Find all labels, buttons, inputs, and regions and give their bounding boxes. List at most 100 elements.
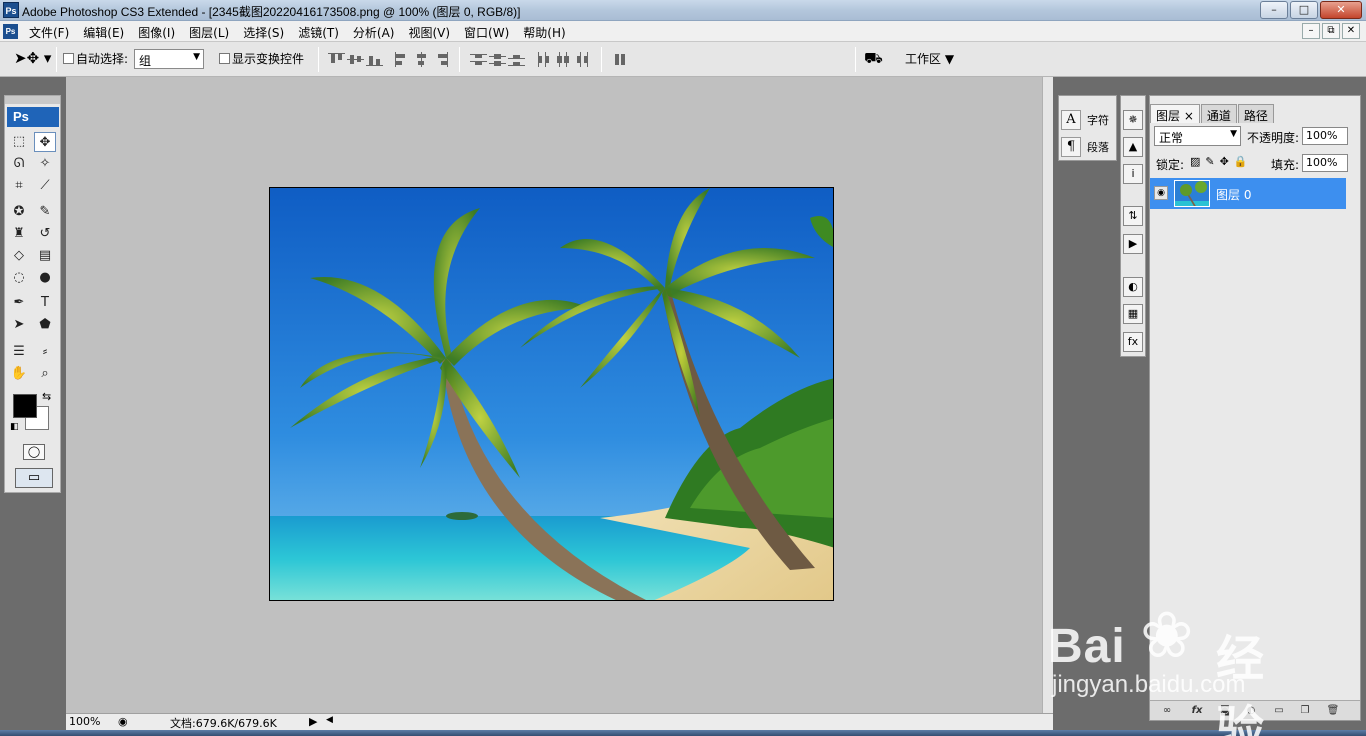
close-button[interactable]: ✕ [1320, 1, 1362, 19]
navigator-icon[interactable]: ✵ [1123, 110, 1143, 130]
menu-help[interactable]: 帮助(H) [516, 24, 572, 41]
menu-layer[interactable]: 图层(L) [182, 24, 236, 41]
marquee-tool[interactable]: ⬚ [8, 132, 30, 152]
auto-select-option[interactable]: 自动选择: [63, 50, 128, 67]
menu-select[interactable]: 选择(S) [236, 24, 291, 41]
eye-icon[interactable]: ◉ [1154, 186, 1168, 200]
pen-tool[interactable]: ✒ [8, 293, 30, 313]
info-icon[interactable]: i [1123, 164, 1143, 184]
menu-window[interactable]: 窗口(W) [457, 24, 516, 41]
align-left-icon[interactable] [394, 52, 411, 67]
quick-mask-icon[interactable]: ◯ [23, 444, 45, 460]
doc-restore-button[interactable]: ⧉ [1322, 23, 1340, 39]
workspace-menu[interactable]: 工作区 ▼ [905, 50, 954, 67]
options-bar: ➤✥ ▾ 自动选择: 组 ▼ 显示变换控件 ⛟ 工作区 ▼ [0, 42, 1366, 77]
layer-name[interactable]: 图层 0 [1216, 186, 1251, 203]
distribute-hcenter-icon[interactable] [555, 52, 572, 67]
crop-tool[interactable]: ⌗ [8, 176, 30, 196]
canvas-area[interactable] [66, 77, 1042, 713]
align-bottom-icon[interactable] [366, 52, 383, 67]
healing-brush-tool[interactable]: ✪ [8, 202, 30, 222]
doc-close-button[interactable]: ✕ [1342, 23, 1360, 39]
type-tool[interactable]: T [34, 293, 56, 313]
history-brush-tool[interactable]: ↺ [34, 224, 56, 244]
blend-mode-dropdown[interactable]: 正常 ▼ [1154, 126, 1241, 146]
show-transform-checkbox[interactable] [219, 53, 230, 64]
distribute-top-icon[interactable] [470, 52, 487, 67]
tab-paths[interactable]: 路径 [1237, 104, 1274, 123]
styles-icon[interactable]: fx [1123, 332, 1143, 352]
auto-select-checkbox[interactable] [63, 53, 74, 64]
color-icon[interactable]: ◐ [1123, 277, 1143, 297]
move-tool-preset-icon[interactable]: ➤✥ ▾ [14, 49, 51, 67]
opacity-input[interactable]: 100% [1302, 127, 1348, 145]
menu-file[interactable]: 文件(F) [22, 24, 76, 41]
lock-icons[interactable]: ▨✎✥🔒 [1190, 155, 1253, 168]
menu-list: 文件(F) 编辑(E) 图像(I) 图层(L) 选择(S) 滤镜(T) 分析(A… [22, 24, 573, 41]
distribute-bottom-icon[interactable] [508, 52, 525, 67]
clone-stamp-tool[interactable]: ♜ [8, 224, 30, 244]
blur-tool[interactable]: ◌ [8, 268, 30, 288]
layer-style-icon[interactable]: fx [1190, 704, 1204, 718]
show-transform-option[interactable]: 显示变换控件 [219, 50, 304, 67]
swatches-icon[interactable]: ▦ [1123, 304, 1143, 324]
status-arrow-icon[interactable]: ▶ [309, 715, 317, 728]
magic-wand-tool[interactable]: ✧ [34, 154, 56, 174]
brush-tool[interactable]: ✎ [34, 202, 56, 222]
path-selection-tool[interactable]: ➤ [8, 315, 30, 335]
slice-tool[interactable]: ⟋ [34, 176, 56, 196]
tab-close-icon[interactable]: × [1184, 109, 1194, 123]
auto-align-layers-icon[interactable] [611, 52, 628, 67]
lasso-tool[interactable]: ᘏ [8, 154, 30, 174]
bridge-icon[interactable]: ⛟ [864, 49, 883, 69]
dodge-tool[interactable]: ● [34, 268, 56, 288]
tab-layers[interactable]: 图层 × [1150, 104, 1200, 123]
eyedropper-tool[interactable]: ⸗ [34, 342, 56, 362]
actions-icon[interactable]: ▶ [1123, 234, 1143, 254]
minimize-button[interactable]: – [1260, 1, 1288, 19]
distribute-vcenter-icon[interactable] [489, 52, 506, 67]
document-image[interactable] [269, 187, 834, 601]
align-hcenter-icon[interactable] [413, 52, 430, 67]
distribute-left-icon[interactable] [536, 52, 553, 67]
trash-icon[interactable]: 🗑 [1326, 704, 1340, 718]
menu-analysis[interactable]: 分析(A) [346, 24, 402, 41]
paragraph-icon: ¶ [1061, 137, 1081, 157]
gradient-tool[interactable]: ▤ [34, 246, 56, 266]
move-tool[interactable]: ✥ [34, 132, 56, 152]
align-right-icon[interactable] [432, 52, 449, 67]
menu-view[interactable]: 视图(V) [401, 24, 457, 41]
fill-input[interactable]: 100% [1302, 154, 1348, 172]
shape-tool[interactable]: ⬟ [34, 315, 56, 335]
layer-row[interactable]: ◉ 图层 0 [1150, 178, 1346, 209]
default-colors-icon[interactable]: ◧ [10, 422, 19, 432]
menu-filter[interactable]: 滤镜(T) [291, 24, 346, 41]
maximize-button[interactable]: □ [1290, 1, 1318, 19]
history-icon[interactable]: ⇅ [1123, 206, 1143, 226]
auto-select-dropdown[interactable]: 组 ▼ [134, 49, 204, 69]
hand-tool[interactable]: ✋ [8, 364, 30, 384]
character-panel-button[interactable]: A 字符 [1061, 110, 1109, 130]
toolbox-grip[interactable] [5, 96, 60, 104]
paragraph-panel-button[interactable]: ¶ 段落 [1061, 137, 1109, 157]
doc-minimize-button[interactable]: – [1302, 23, 1320, 39]
zoom-level[interactable]: 100% [69, 715, 100, 728]
menu-edit[interactable]: 编辑(E) [76, 24, 131, 41]
swap-colors-icon[interactable]: ⇆ [42, 390, 51, 403]
notes-tool[interactable]: ☰ [8, 342, 30, 362]
screen-mode-icon[interactable]: ▭ [15, 468, 53, 488]
distribute-right-icon[interactable] [574, 52, 591, 67]
scroll-left-icon[interactable]: ◀ [326, 715, 333, 725]
align-vcenter-icon[interactable] [347, 52, 364, 67]
status-menu-icon[interactable]: ◉ [118, 715, 128, 728]
tab-channels[interactable]: 通道 [1200, 104, 1237, 123]
menu-image[interactable]: 图像(I) [131, 24, 182, 41]
zoom-tool[interactable]: ⌕ [34, 364, 56, 384]
histogram-icon[interactable]: ▲ [1123, 137, 1143, 157]
align-top-icon[interactable] [328, 52, 345, 67]
app-menu-icon[interactable]: Ps [3, 24, 18, 39]
foreground-color-swatch[interactable] [13, 394, 37, 418]
eraser-tool[interactable]: ◇ [8, 246, 30, 266]
paragraph-label: 段落 [1087, 141, 1109, 154]
link-layers-icon[interactable]: ∞ [1160, 704, 1174, 718]
